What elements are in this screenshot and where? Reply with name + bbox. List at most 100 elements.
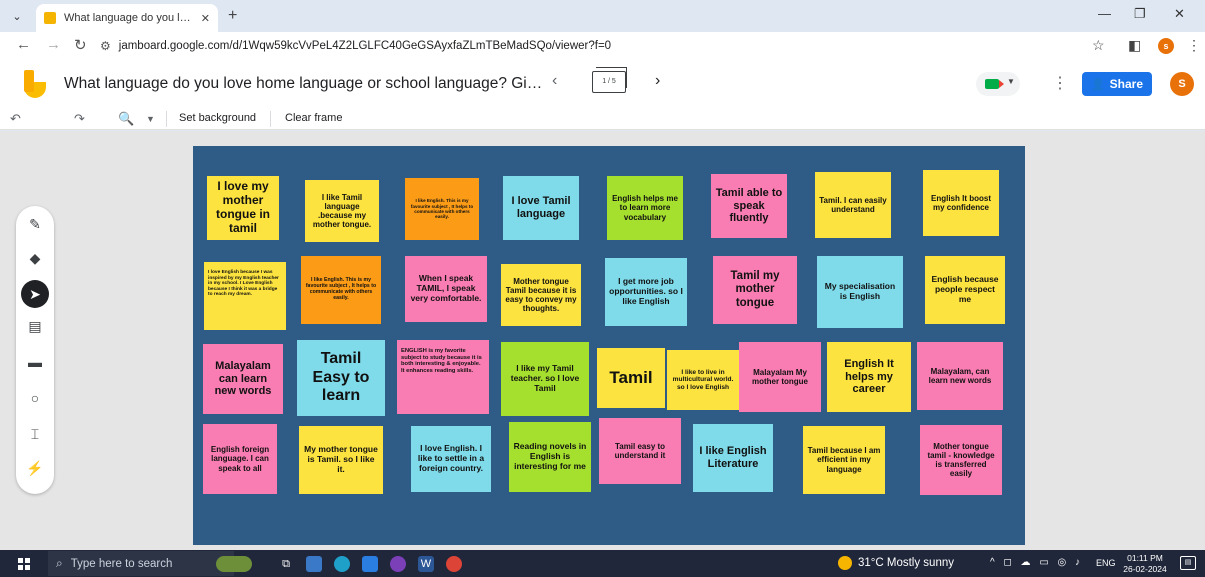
jamboard-favicon-icon (44, 12, 56, 24)
sun-icon (838, 556, 852, 570)
sticky-note[interactable]: Malayalam, can learn new words (917, 342, 1003, 410)
app-icon[interactable] (390, 556, 406, 572)
sticky-note[interactable]: Mother tongue Tamil because it is easy t… (501, 264, 581, 326)
file-explorer-icon[interactable] (306, 556, 322, 572)
sticky-note[interactable]: Mother tongue tamil - knowledge is trans… (920, 425, 1002, 495)
word-icon[interactable]: W (418, 556, 434, 572)
sticky-note[interactable]: Tamil (597, 348, 665, 408)
language-indicator[interactable]: ENG (1096, 558, 1116, 568)
chevron-down-icon: ▼ (1007, 77, 1015, 86)
sticky-note[interactable]: English It boost my confidence (923, 170, 999, 236)
sticky-note[interactable]: I love my mother tongue in tamil (207, 176, 279, 240)
redo-icon[interactable]: ↷ (74, 111, 85, 127)
account-avatar[interactable]: S (1170, 72, 1194, 96)
sticky-note[interactable]: My specialisation is English (817, 256, 903, 328)
restore-icon[interactable]: ❐ (1134, 6, 1146, 22)
frame-bar-toggle[interactable]: 1 / 5 (592, 67, 627, 93)
sticky-note[interactable]: I like to live in multicultural world. s… (667, 350, 739, 410)
weather-widget[interactable]: 31°C Mostly sunny (838, 556, 954, 570)
sticky-note[interactable]: English foreign language. I can speak to… (203, 424, 277, 494)
sticky-note[interactable]: Tamil my mother tongue (713, 256, 797, 324)
image-icon[interactable]: ▬ (25, 352, 45, 372)
window-close-icon[interactable]: ✕ (1174, 6, 1185, 22)
select-cursor-icon[interactable]: ➤ (21, 280, 49, 308)
sticky-note-icon[interactable]: ▤ (25, 316, 45, 336)
sticky-note[interactable]: When I speak TAMIL, I speak very comfort… (405, 256, 487, 322)
jam-title[interactable]: What language do you love home language … (64, 75, 544, 93)
sticky-note[interactable]: Tamil. I can easily understand (815, 172, 891, 238)
sticky-note[interactable]: English because people respect me (925, 256, 1005, 324)
pen-icon[interactable]: ✎ (25, 214, 45, 234)
sticky-note[interactable]: English It helps my career (827, 342, 911, 412)
sticky-note[interactable]: I like English Literature (693, 424, 773, 492)
site-info-icon[interactable]: ⚙ (100, 39, 111, 53)
sticky-note[interactable]: Malayalam can learn new words (203, 344, 283, 414)
bookmark-star-icon[interactable]: ☆ (1092, 37, 1105, 54)
taskbar-search[interactable]: ⌕ Type here to search (48, 551, 234, 576)
profile-avatar-small[interactable]: s (1158, 38, 1174, 54)
back-icon[interactable]: ← (16, 36, 31, 53)
sticky-note[interactable]: I like my Tamil teacher. so I love Tamil (501, 342, 589, 416)
previous-frame-icon[interactable]: ‹ (552, 72, 557, 90)
browser-tab-strip: ⌄ What language do you love home languag… (0, 0, 1205, 32)
system-tray-icons[interactable]: ^ ◻ ☁ ▭ ◎ ♪ (990, 557, 1083, 568)
text-box-icon[interactable]: ⌶ (25, 424, 45, 444)
clock-time: 01:11 PM (1127, 553, 1163, 563)
more-options-icon[interactable]: ⋮ (1052, 73, 1068, 93)
news-widget-icon[interactable] (216, 556, 252, 572)
windows-start-icon[interactable] (18, 558, 30, 570)
sticky-note[interactable]: I like English. This is my favourite sub… (405, 178, 479, 240)
browser-tab-title: What language do you love home language … (64, 12, 195, 24)
sticky-note[interactable]: Tamil because I am efficient in my langu… (803, 426, 885, 494)
sticky-note[interactable]: Tamil easy to understand it (599, 418, 681, 484)
store-icon[interactable] (362, 556, 378, 572)
sticky-note[interactable]: Tamil able to speak fluently (711, 174, 787, 238)
browser-menu-icon[interactable]: ⋮ (1187, 37, 1201, 54)
windows-taskbar: ⌕ Type here to search ⧉ W 31°C Mostly su… (0, 550, 1205, 577)
sticky-note[interactable]: Malayalam My mother tongue (739, 342, 821, 412)
toolbar-divider (270, 111, 271, 127)
circle-shape-icon[interactable]: ○ (25, 388, 45, 408)
zoom-dropdown-icon[interactable]: ▼ (146, 114, 155, 124)
reload-icon[interactable]: ↻ (74, 36, 87, 54)
sticky-note[interactable]: I love Tamil language (503, 176, 579, 240)
search-icon: ⌕ (56, 556, 63, 570)
close-tab-icon[interactable]: ✕ (201, 12, 210, 25)
eraser-icon[interactable]: ◆ (25, 248, 45, 268)
laser-icon[interactable]: ⚡ (25, 458, 45, 478)
toolbar-divider (166, 111, 167, 127)
side-panel-icon[interactable]: ◧ (1128, 37, 1141, 54)
sticky-note[interactable]: I like English. This is my favourite sub… (301, 256, 381, 324)
sticky-note[interactable]: Tamil Easy to learn (297, 340, 385, 416)
sticky-note[interactable]: I get more job opportunities. so I like … (605, 258, 687, 326)
chrome-icon[interactable] (446, 556, 462, 572)
sticky-note[interactable]: I love English. I like to settle in a fo… (411, 426, 491, 492)
edge-icon[interactable] (334, 556, 350, 572)
set-background-button[interactable]: Set background (179, 112, 256, 124)
forward-icon[interactable]: → (46, 36, 61, 53)
browser-tab[interactable]: What language do you love home language … (36, 4, 218, 32)
notification-icon[interactable]: ▤ (1180, 556, 1196, 570)
clear-frame-button[interactable]: Clear frame (285, 112, 342, 124)
sticky-note[interactable]: My mother tongue is Tamil. so I like it. (299, 426, 383, 494)
zoom-icon[interactable]: 🔍 (118, 111, 134, 127)
next-frame-icon[interactable]: › (655, 72, 660, 90)
sticky-note[interactable]: I love English because I was inspired by… (204, 262, 286, 330)
minimize-icon[interactable]: — (1098, 6, 1111, 21)
new-tab-icon[interactable]: + (228, 7, 237, 25)
task-view-icon[interactable]: ⧉ (278, 556, 294, 572)
address-bar-row: ← → ↻ ⚙ jamboard.google.com/d/1Wqw59kcVv… (0, 32, 1205, 60)
side-toolbar: ✎ ◆ ➤ ▤ ▬ ○ ⌶ ⚡ (16, 206, 54, 494)
share-button[interactable]: 👤 Share (1082, 72, 1152, 96)
sticky-note[interactable]: English helps me to learn more vocabular… (607, 176, 683, 240)
jam-toolbar: ↶ ↷ 🔍 ▼ Set background Clear frame (0, 108, 1205, 130)
meet-button[interactable]: ▼ (976, 72, 1020, 96)
url-bar[interactable]: ⚙ jamboard.google.com/d/1Wqw59kcVvPeL4Z2… (100, 35, 1080, 57)
sticky-note[interactable]: Reading novels in English is interesting… (509, 422, 591, 492)
sticky-note[interactable]: I like Tamil language .because my mother… (305, 180, 379, 242)
clock[interactable]: 01:11 PM 26-02-2024 (1120, 553, 1170, 575)
tab-search-icon[interactable]: ⌄ (8, 8, 26, 26)
undo-icon[interactable]: ↶ (10, 111, 21, 127)
jamboard-logo-icon[interactable] (24, 70, 46, 98)
sticky-note[interactable]: ENGLISH is my favorite subject to study … (397, 340, 489, 414)
